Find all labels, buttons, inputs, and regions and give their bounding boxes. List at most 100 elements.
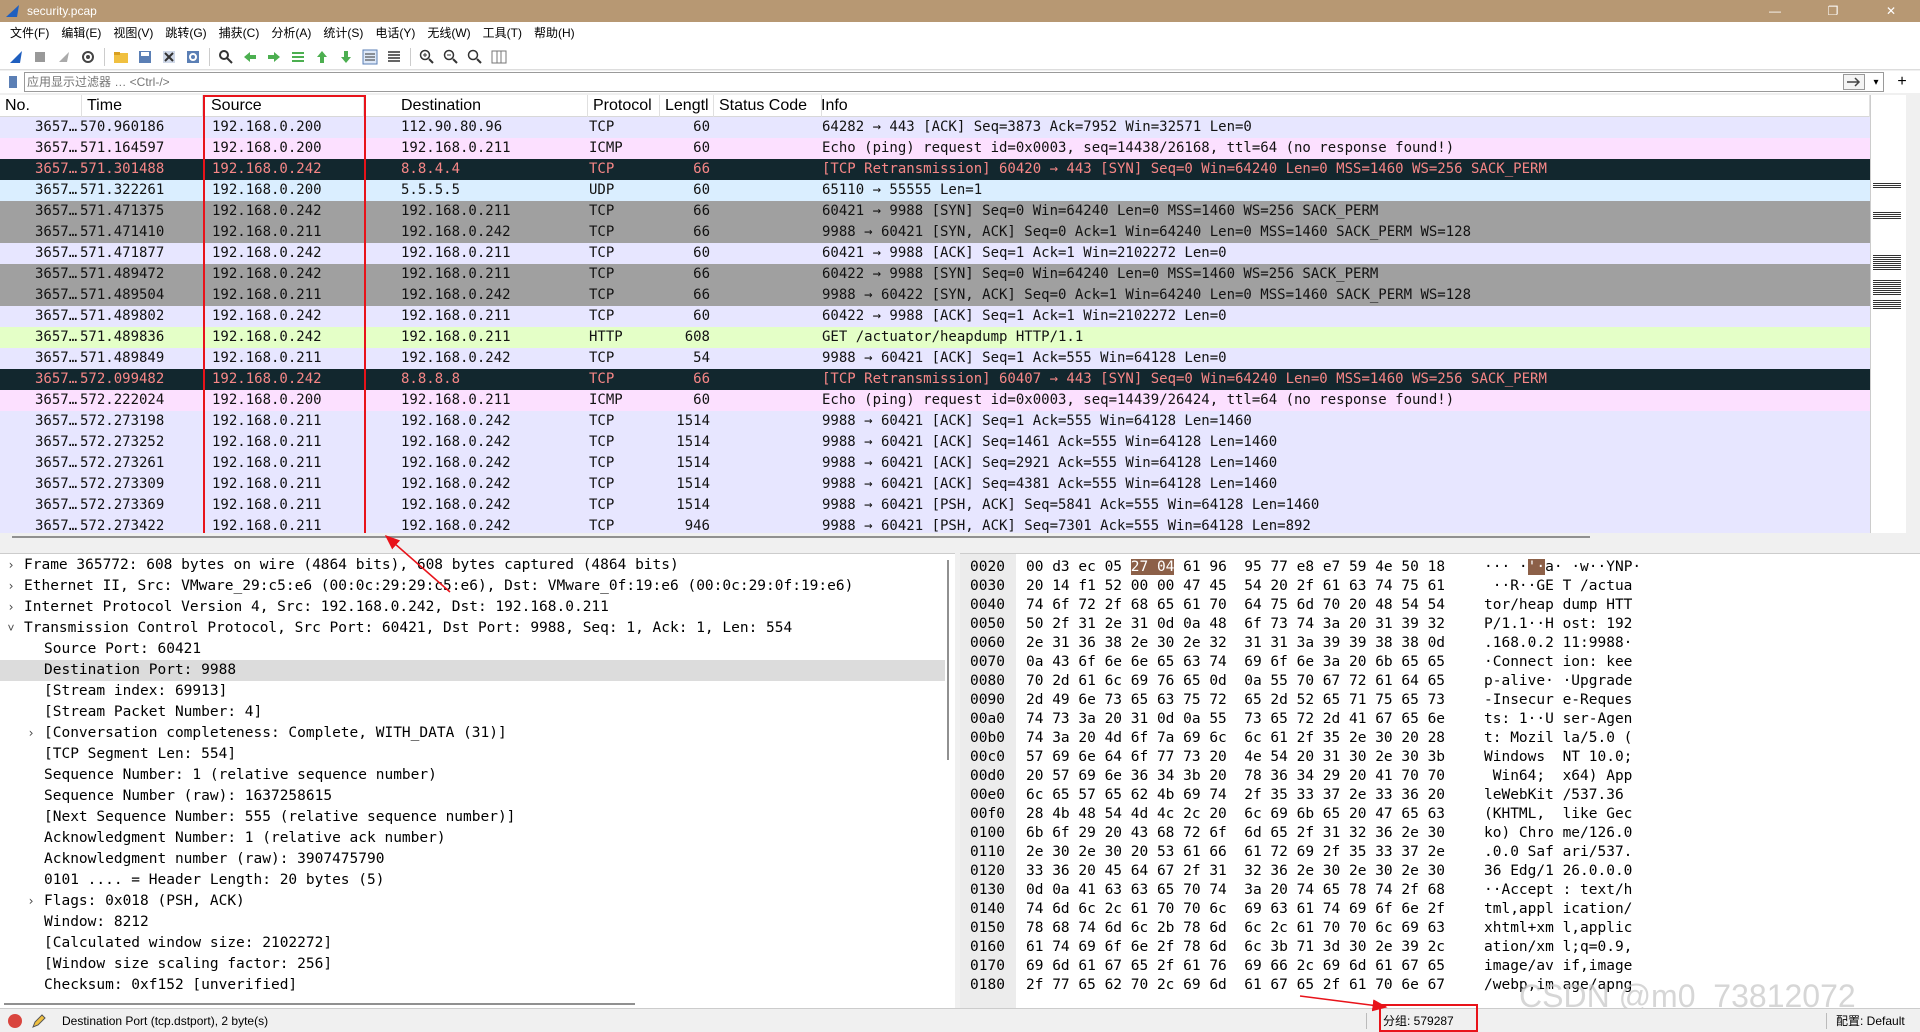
hex-ascii[interactable]: ation/xm l;q=0.9, [1484, 938, 1632, 957]
packet-row[interactable]: 3657… 571.471410 192.168.0.211 192.168.0.24… [0, 222, 1870, 243]
expand-chevron-icon[interactable]: › [24, 723, 38, 744]
column-header-length[interactable]: Lengtl [660, 95, 714, 117]
expand-chevron-icon[interactable]: › [24, 891, 38, 912]
menu-view[interactable]: 视图(V) [107, 22, 159, 44]
menu-capture[interactable]: 捕获(C) [213, 22, 266, 44]
packet-list-minimap-scrollbar[interactable] [1870, 95, 1906, 535]
packet-row[interactable]: 3657… 571.322261 192.168.0.200 5.5.5.5 UDP 60… [0, 180, 1870, 201]
hex-bytes[interactable]: 70 2d 61 6c 69 76 65 0d 0a 55 70 67 72 6… [1026, 672, 1445, 691]
scrollbar-thumb[interactable] [4, 1003, 635, 1005]
column-header-no[interactable]: No. [0, 95, 82, 117]
detail-tree-item[interactable]: Acknowledgment number (raw): 3907475790 [0, 849, 945, 870]
detail-tree-item[interactable]: Sequence Number: 1 (relative sequence nu… [0, 765, 945, 786]
detail-tree-item[interactable]: [Stream Packet Number: 4] [0, 702, 945, 723]
scrollbar-thumb[interactable] [12, 536, 1590, 538]
hex-bytes[interactable]: 6c 65 57 65 62 4b 69 74 2f 35 33 37 2e 3… [1026, 786, 1445, 805]
scrollbar-thumb[interactable] [947, 560, 949, 760]
hex-bytes[interactable]: 2f 77 65 62 70 2c 69 6d 61 67 65 2f 61 7… [1026, 976, 1445, 995]
packet-row[interactable]: 3657… 571.489472 192.168.0.242 192.168.0.21… [0, 264, 1870, 285]
hex-ascii[interactable]: ko) Chro me/126.0 [1484, 824, 1632, 843]
add-filter-button-icon[interactable]: + [1894, 72, 1910, 92]
display-filter-input[interactable] [24, 72, 1884, 92]
minimize-button[interactable]: — [1746, 0, 1804, 22]
hex-bytes[interactable]: 6b 6f 29 20 43 68 72 6f 6d 65 2f 31 32 3… [1026, 824, 1445, 843]
column-header-status-code[interactable]: Status Code [714, 95, 822, 117]
detail-tree-item[interactable]: [Next Sequence Number: 555 (relative seq… [0, 807, 945, 828]
hex-bytes[interactable]: 28 4b 48 54 4d 4c 2c 20 6c 69 6b 65 20 4… [1026, 805, 1445, 824]
hex-bytes[interactable]: 2e 30 2e 30 20 53 61 66 61 72 69 2f 35 3… [1026, 843, 1445, 862]
open-file-icon[interactable] [111, 47, 131, 67]
hex-bytes[interactable]: 69 6d 61 67 65 2f 61 76 69 66 2c 69 6d 6… [1026, 957, 1445, 976]
packet-row[interactable]: 3657… 572.273261 192.168.0.211 192.168.0.24… [0, 453, 1870, 474]
packet-row[interactable]: 3657… 572.273422 192.168.0.211 192.168.0.24… [0, 516, 1870, 533]
detail-tree-item[interactable]: › Frame 365772: 608 bytes on wire (4864 b… [0, 555, 945, 576]
hex-ascii[interactable]: (KHTML, like Gec [1484, 805, 1632, 824]
hex-bytes[interactable]: 33 36 20 45 64 67 2f 31 32 36 2e 30 2e 3… [1026, 862, 1445, 881]
detail-tree-item[interactable]: [Calculated window size: 2102272] [0, 933, 945, 954]
hex-bytes[interactable]: 74 3a 20 4d 6f 7a 69 6c 6c 61 2f 35 2e 3… [1026, 729, 1445, 748]
detail-tree-item[interactable]: [Window size scaling factor: 256] [0, 954, 945, 975]
detail-tree-item[interactable]: Window: 8212 [0, 912, 945, 933]
zoom-out-icon[interactable] [441, 47, 461, 67]
expand-chevron-icon[interactable]: › [4, 555, 18, 576]
hex-ascii[interactable]: leWebKit /537.36 [1484, 786, 1632, 805]
detail-tree-item[interactable]: › Ethernet II, Src: VMware_29:c5:e6 (00:0… [0, 576, 945, 597]
hex-ascii[interactable]: ··R··GE T /actua [1484, 577, 1633, 596]
menu-go[interactable]: 跳转(G) [159, 22, 212, 44]
save-file-icon[interactable] [135, 47, 155, 67]
detail-tree-item[interactable]: Checksum: 0xf152 [unverified] [0, 975, 945, 996]
packet-row[interactable]: 3657… 571.489504 192.168.0.211 192.168.0.24… [0, 285, 1870, 306]
hex-bytes[interactable]: 57 69 6e 64 6f 77 73 20 4e 54 20 31 30 2… [1026, 748, 1445, 767]
detail-tree-item[interactable]: [Stream index: 69913] [0, 681, 945, 702]
menu-analyze[interactable]: 分析(A) [265, 22, 317, 44]
packet-row[interactable]: 3657… 572.273369 192.168.0.211 192.168.0.24… [0, 495, 1870, 516]
menu-telephony[interactable]: 电话(Y) [369, 22, 421, 44]
hex-bytes[interactable]: 20 57 69 6e 36 34 3b 20 78 36 34 29 20 4… [1026, 767, 1445, 786]
go-to-packet-icon[interactable] [288, 47, 308, 67]
packet-row[interactable]: 3657… 572.273198 192.168.0.211 192.168.0.24… [0, 411, 1870, 432]
detail-tree-item[interactable]: Acknowledgment Number: 1 (relative ack n… [0, 828, 945, 849]
restart-capture-icon[interactable] [54, 47, 74, 67]
hex-bytes[interactable]: 78 68 74 6d 6c 2b 78 6d 6c 2c 61 70 70 6… [1026, 919, 1445, 938]
packet-row[interactable]: 3657… 571.489836 192.168.0.242 192.168.0.21… [0, 327, 1870, 348]
maximize-button[interactable]: ❐ [1804, 0, 1862, 22]
hex-ascii[interactable]: p-alive· ·Upgrade [1484, 672, 1632, 691]
column-header-protocol[interactable]: Protocol [588, 95, 660, 117]
edit-comment-icon[interactable] [31, 1013, 47, 1029]
packet-row[interactable]: 3657… 572.273252 192.168.0.211 192.168.0.24… [0, 432, 1870, 453]
zoom-normal-icon[interactable] [465, 47, 485, 67]
close-file-icon[interactable] [159, 47, 179, 67]
find-packet-icon[interactable] [216, 47, 236, 67]
hex-bytes[interactable]: 2d 49 6e 73 65 63 75 72 65 2d 52 65 71 7… [1026, 691, 1445, 710]
column-header-source[interactable]: Source [206, 95, 364, 117]
hex-ascii[interactable]: 36 Edg/1 26.0.0.0 [1484, 862, 1632, 881]
go-first-icon[interactable] [312, 47, 332, 67]
hex-ascii[interactable]: -Insecur e-Reques [1484, 691, 1632, 710]
reload-file-icon[interactable] [183, 47, 203, 67]
hex-bytes[interactable]: 0a 43 6f 6e 6e 65 63 74 69 6f 6e 3a 20 6… [1026, 653, 1445, 672]
hex-ascii[interactable]: .168.0.2 11:9988· [1484, 634, 1632, 653]
details-horizontal-scrollbar[interactable] [0, 1000, 955, 1008]
bookmark-icon[interactable] [4, 73, 22, 91]
hex-bytes[interactable]: 2e 31 36 38 2e 30 2e 32 31 31 3a 39 39 3… [1026, 634, 1445, 653]
hex-bytes[interactable]: 74 73 3a 20 31 0d 0a 55 73 65 72 2d 41 6… [1026, 710, 1445, 729]
hex-ascii[interactable]: image/av if,image [1484, 957, 1632, 976]
packet-row[interactable]: 3657… 571.164597 192.168.0.200 192.168.0.21… [0, 138, 1870, 159]
apply-filter-arrow-icon[interactable] [1843, 74, 1865, 90]
hex-ascii[interactable]: .0.0 Saf ari/537. [1484, 843, 1632, 862]
menu-help[interactable]: 帮助(H) [528, 22, 581, 44]
packet-row[interactable]: 3657… 571.489849 192.168.0.211 192.168.0.24… [0, 348, 1870, 369]
hex-bytes[interactable]: 0d 0a 41 63 63 65 70 74 3a 20 74 65 78 7… [1026, 881, 1445, 900]
detail-tree-item[interactable]: › Flags: 0x018 (PSH, ACK) [0, 891, 945, 912]
column-header-info[interactable]: Info [816, 95, 1870, 117]
packet-row[interactable]: 3657… 572.222024 192.168.0.200 192.168.0.21… [0, 390, 1870, 411]
menu-statistics[interactable]: 统计(S) [317, 22, 369, 44]
start-capture-icon[interactable] [6, 47, 26, 67]
detail-tree-item[interactable]: Destination Port: 9988 [0, 660, 945, 681]
packet-row[interactable]: 3657… 572.273309 192.168.0.211 192.168.0.24… [0, 474, 1870, 495]
hex-ascii[interactable]: P/1.1··H ost: 192 [1484, 615, 1632, 634]
go-last-icon[interactable] [336, 47, 356, 67]
hex-ascii[interactable]: xhtml+xm l,applic [1484, 919, 1632, 938]
column-header-time[interactable]: Time [82, 95, 203, 117]
detail-tree-item[interactable]: Source Port: 60421 [0, 639, 945, 660]
